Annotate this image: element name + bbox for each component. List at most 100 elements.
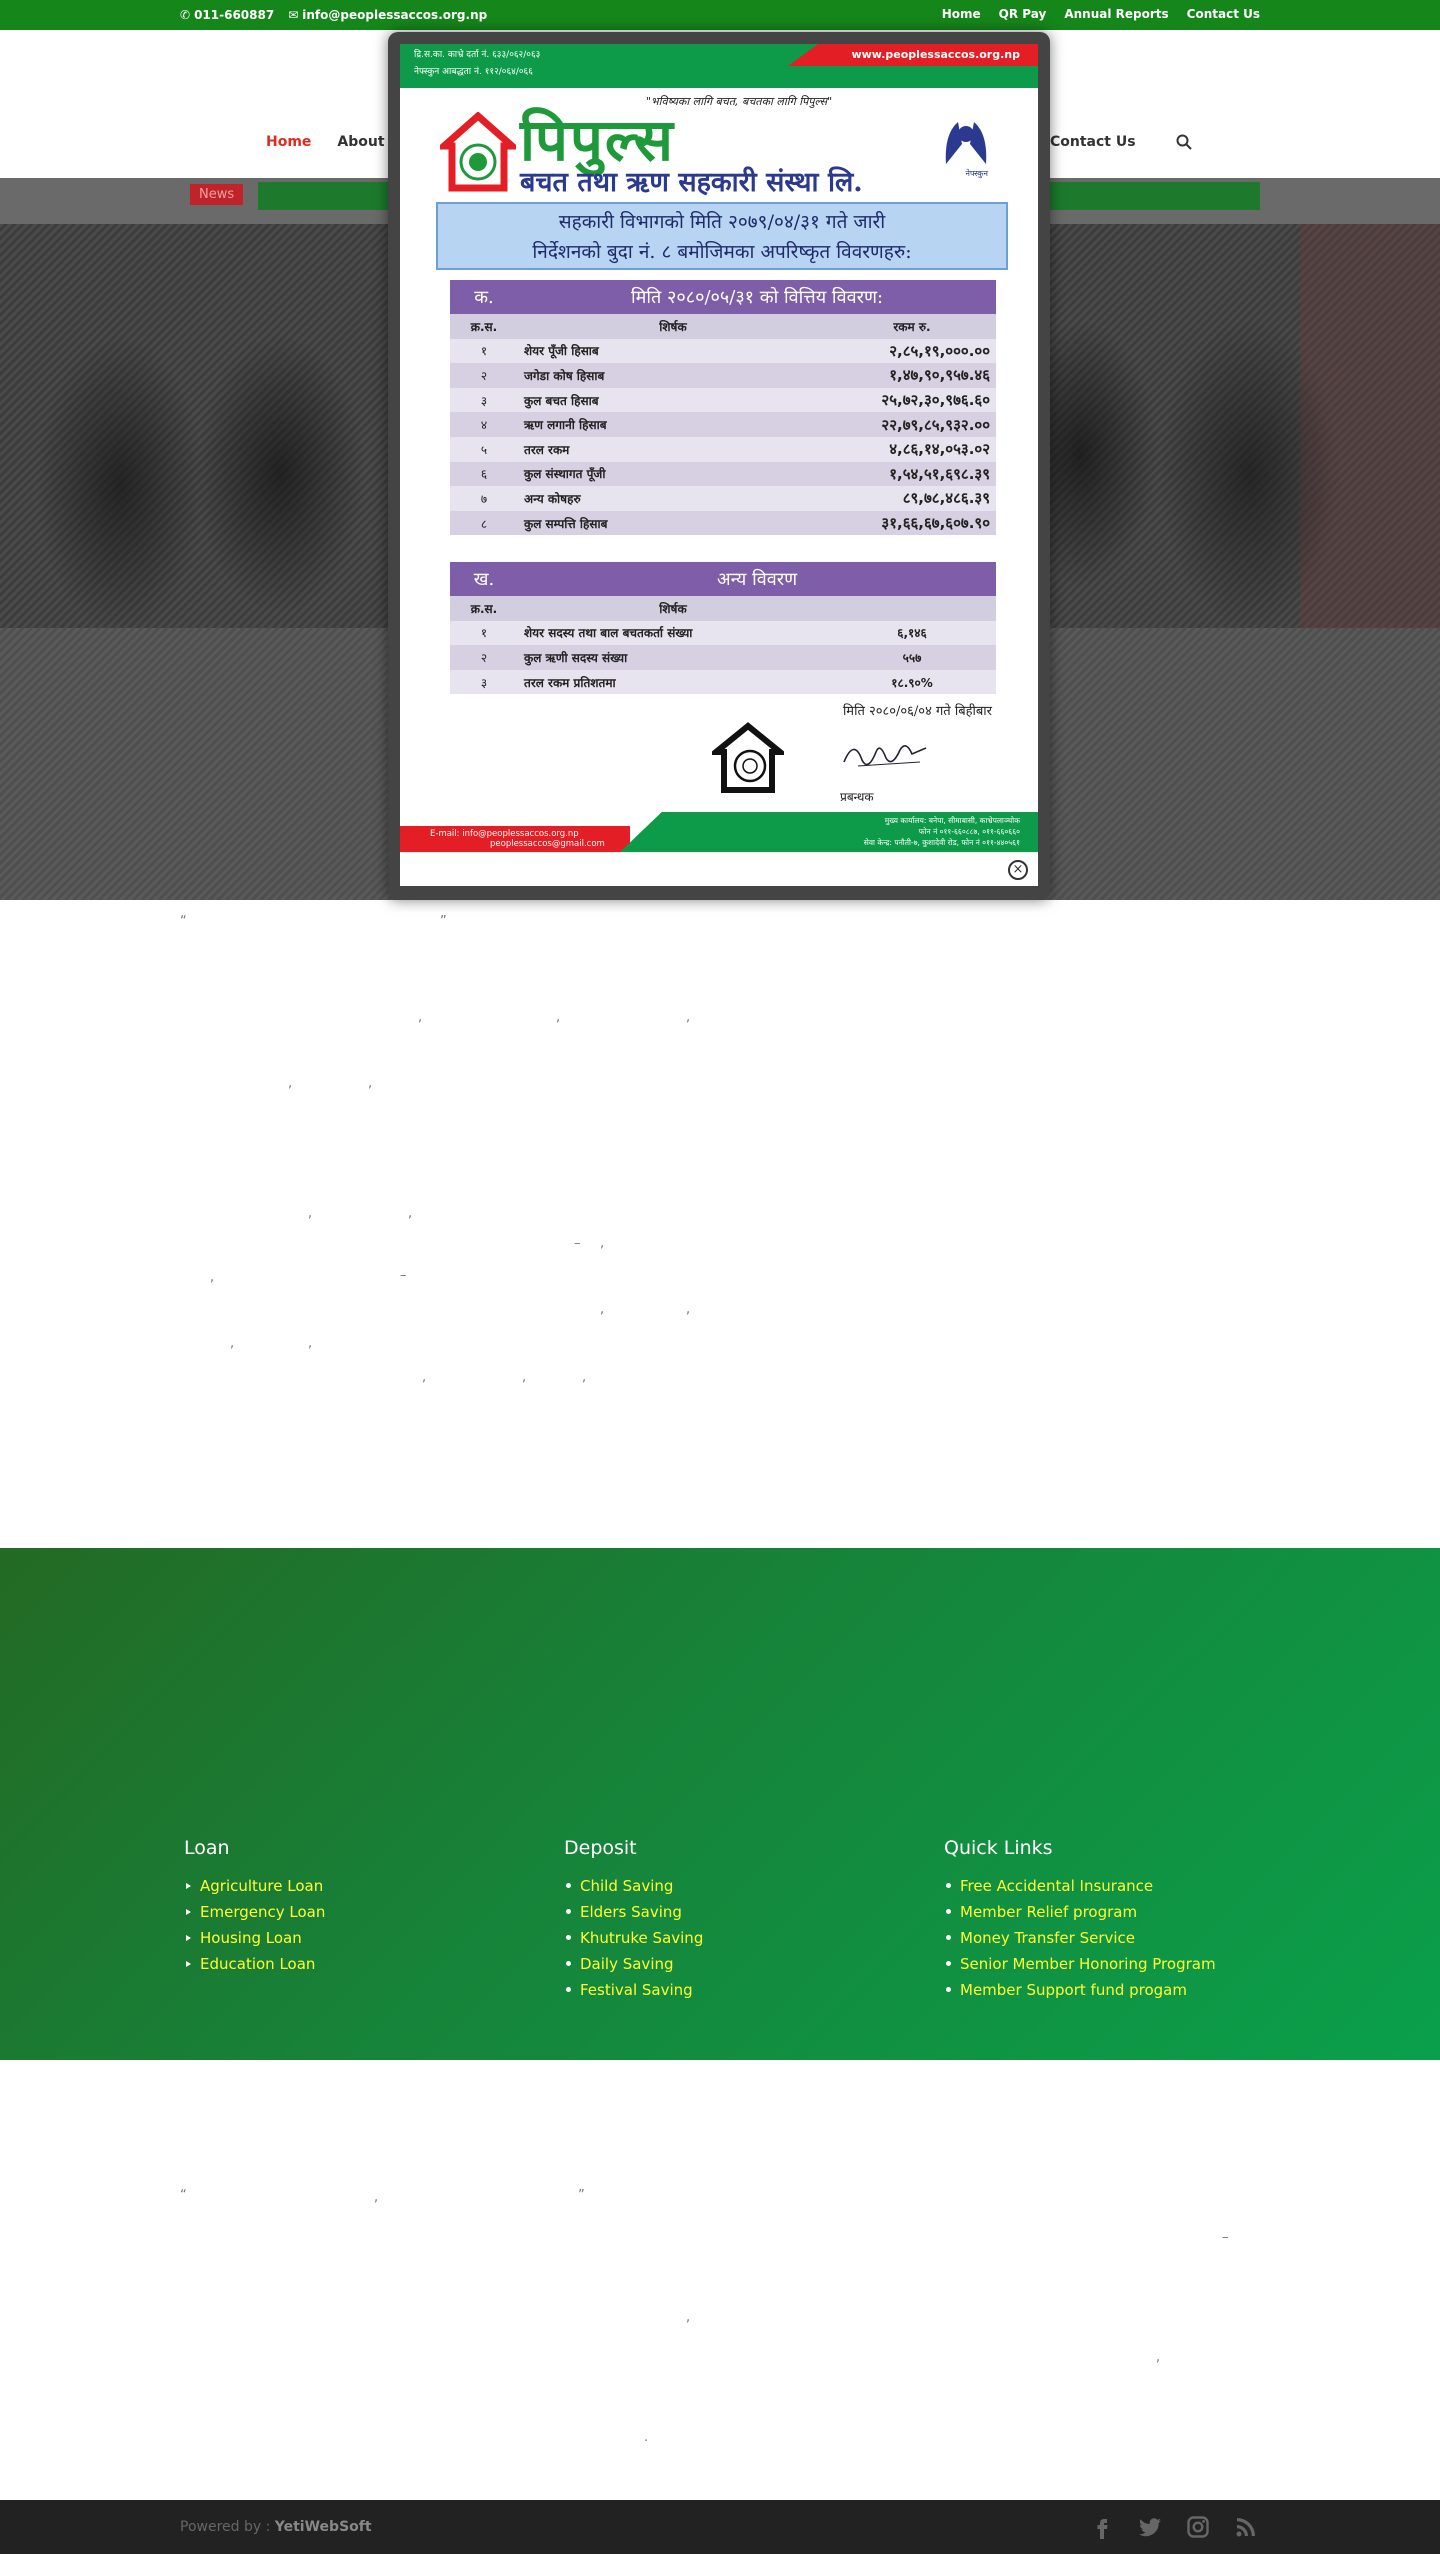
top-link-contact-us[interactable]: Contact Us bbox=[1187, 7, 1260, 21]
row-title: तरल रकम प्रतिशतमा bbox=[518, 669, 828, 695]
footer-link[interactable]: Free Accidental Insurance bbox=[944, 1873, 1216, 1899]
footer-link[interactable]: Member Support fund progam bbox=[944, 1977, 1216, 2003]
row-amount: ४,८६,१४,०५३.०२ bbox=[828, 436, 996, 462]
table-row: २ जगेडा कोष हिसाब १,४७,९०,९५७.४६ bbox=[450, 363, 996, 388]
row-number: १ bbox=[450, 338, 518, 364]
nefscun-hands-icon bbox=[945, 122, 987, 164]
phone-number: 011-660887 bbox=[194, 8, 275, 22]
footer-link[interactable]: Senior Member Honoring Program bbox=[944, 1951, 1216, 1977]
row-number: ४ bbox=[450, 412, 518, 437]
email-contact[interactable]: ✉ info@peoplessaccos.org.np bbox=[288, 8, 487, 22]
table-code: ख. bbox=[450, 562, 518, 596]
poster-address: मुख्य कार्यालय: बनेपा, सीमाबासी, काभ्रेप… bbox=[864, 815, 1020, 848]
powered-by-label: Powered by : bbox=[180, 2519, 275, 2535]
nav-item-home[interactable]: Home bbox=[266, 134, 311, 150]
search-icon[interactable] bbox=[1176, 134, 1192, 150]
address-line: मुख्य कार्यालय: बनेपा, सीमाबासी, काभ्रेप… bbox=[884, 816, 1020, 825]
quote-mark: ” bbox=[440, 914, 447, 929]
content-section: “ ” , , , , , , , – , , – , , , , , , , bbox=[0, 900, 1440, 1548]
comma-mark: , bbox=[522, 1370, 527, 1385]
footer-link[interactable]: Khutruke Saving bbox=[564, 1925, 703, 1951]
notice-line: सहकारी विभागको मिति २०७९/०४/३१ गते जारी bbox=[558, 211, 886, 233]
table-row: ६ कुल संस्थागत पूँजी १,५४,५१,६९८.३९ bbox=[450, 461, 996, 487]
top-link-qr-pay[interactable]: QR Pay bbox=[999, 7, 1047, 21]
manager-label: प्रबन्धक bbox=[840, 790, 874, 804]
row-amount: १,४७,९०,९५७.४६ bbox=[828, 363, 996, 388]
signature-icon bbox=[843, 745, 927, 767]
top-link-annual-reports[interactable]: Annual Reports bbox=[1064, 7, 1168, 21]
comma-mark: , bbox=[308, 1206, 313, 1221]
footer-column-loan: Loan Agriculture Loan Emergency Loan Hou… bbox=[184, 1837, 325, 1977]
nav-right: Contact Us bbox=[1050, 134, 1192, 150]
house-logo-icon bbox=[440, 112, 516, 192]
comma-mark: , bbox=[600, 1302, 605, 1317]
rss-icon[interactable] bbox=[1234, 2515, 1258, 2543]
row-title: अन्य कोषहरु bbox=[518, 486, 828, 511]
comma-mark: , bbox=[368, 1076, 373, 1091]
row-title: कुल ऋणी सदस्य संख्या bbox=[518, 645, 828, 670]
comma-mark: , bbox=[686, 2310, 691, 2325]
footer-link[interactable]: Agriculture Loan bbox=[184, 1873, 325, 1899]
poster-top-band: द्रि.स.का. काभ्रे दर्ता नं. ६३३/०६२/०६३ … bbox=[400, 44, 1038, 88]
footer-link[interactable]: Child Saving bbox=[564, 1873, 703, 1899]
column-header bbox=[828, 596, 996, 621]
registration-info: द्रि.स.का. काभ्रे दर्ता नं. ६३३/०६२/०६३ … bbox=[414, 47, 540, 81]
row-amount: १,५४,५१,६९८.३९ bbox=[828, 461, 996, 487]
footer-link[interactable]: Elders Saving bbox=[564, 1899, 703, 1925]
top-link-home[interactable]: Home bbox=[942, 7, 981, 21]
row-title: शेयर सदस्य तथा बाल बचतकर्ता संख्या bbox=[518, 620, 828, 646]
row-amount: २२,७९,८५,९३२.०० bbox=[828, 412, 996, 437]
footer-link[interactable]: Festival Saving bbox=[564, 1977, 703, 2003]
main-nav: Home About ▾ bbox=[266, 134, 394, 150]
news-tag: News bbox=[190, 184, 244, 205]
comma-mark: , bbox=[1156, 2350, 1161, 2365]
footer-link[interactable]: Housing Loan bbox=[184, 1925, 325, 1951]
row-title: शेयर पूँजी हिसाब bbox=[518, 338, 828, 364]
row-number: १ bbox=[450, 620, 518, 646]
powered-by-link[interactable]: YetiWebSoft bbox=[275, 2519, 372, 2535]
poster-email: E-mail: info@peoplessaccos.org.np people… bbox=[430, 829, 605, 849]
row-amount: २५,७२,३०,९७६.६० bbox=[828, 387, 996, 413]
facebook-icon[interactable] bbox=[1090, 2515, 1114, 2543]
footer-column-deposit: Deposit Child Saving Elders Saving Khutr… bbox=[564, 1837, 703, 2003]
row-number: २ bbox=[450, 363, 518, 388]
table-row: ३ कुल बचत हिसाब २५,७२,३०,९७६.६० bbox=[450, 387, 996, 413]
nav-item-about[interactable]: About ▾ bbox=[337, 134, 394, 150]
column-header: क्र.स. bbox=[450, 596, 518, 621]
poster-brand-sub: बचत तथा ऋण सहकारी संस्था लि. bbox=[520, 167, 863, 198]
row-value: ५५७ bbox=[828, 645, 996, 670]
notice-box: सहकारी विभागको मिति २०७९/०४/३१ गते जारी … bbox=[436, 202, 1008, 270]
email-line: E-mail: info@peoplessaccos.org.np bbox=[430, 829, 579, 839]
phone-contact[interactable]: ✆ 011-660887 bbox=[180, 8, 274, 22]
row-value: १८.९०% bbox=[828, 669, 996, 695]
quote-mark: “ bbox=[180, 914, 187, 929]
footer-link[interactable]: Daily Saving bbox=[564, 1951, 703, 1977]
close-icon[interactable]: × bbox=[1008, 860, 1028, 880]
powered-by: Powered by : YetiWebSoft bbox=[180, 2519, 372, 2535]
footer-link[interactable]: Money Transfer Service bbox=[944, 1925, 1216, 1951]
footer-link[interactable]: Member Relief program bbox=[944, 1899, 1216, 1925]
period-mark: . bbox=[644, 2430, 649, 2445]
comma-mark: , bbox=[422, 1370, 427, 1385]
row-number: ३ bbox=[450, 387, 518, 413]
twitter-icon[interactable] bbox=[1138, 2515, 1162, 2543]
table-code: क. bbox=[450, 280, 518, 314]
footer-link[interactable]: Emergency Loan bbox=[184, 1899, 325, 1925]
phone-icon: ✆ bbox=[180, 8, 191, 22]
email-line: peoplessaccos@gmail.com bbox=[490, 839, 605, 849]
footer-widgets bbox=[0, 1548, 1440, 2060]
footer-column-title: Quick Links bbox=[944, 1837, 1053, 1859]
instagram-icon[interactable] bbox=[1186, 2515, 1210, 2543]
nav-item-contact-us[interactable]: Contact Us bbox=[1050, 134, 1136, 150]
footer-link[interactable]: Education Loan bbox=[184, 1951, 325, 1977]
row-title: कुल सम्पत्ति हिसाब bbox=[518, 510, 828, 536]
social-links bbox=[1090, 2515, 1258, 2543]
address-line: सेवा केन्द्र: पनौती-७, कुशादेवी रोड, फोन… bbox=[863, 838, 1020, 847]
table-row: २ कुल ऋणी सदस्य संख्या ५५७ bbox=[450, 645, 996, 670]
table-row: ७ अन्य कोषहरु ८९,७८,४८६.३९ bbox=[450, 486, 996, 511]
comma-mark: , bbox=[210, 1270, 215, 1285]
row-amount: ३१,६६,६७,६०७.९० bbox=[828, 510, 996, 536]
row-value: ६,१४६ bbox=[828, 620, 996, 646]
quote-mark: “ bbox=[180, 2188, 187, 2203]
other-details-table: ख. अन्य विवरण क्र.स. शिर्षक १ शेयर सदस्य … bbox=[450, 562, 996, 695]
